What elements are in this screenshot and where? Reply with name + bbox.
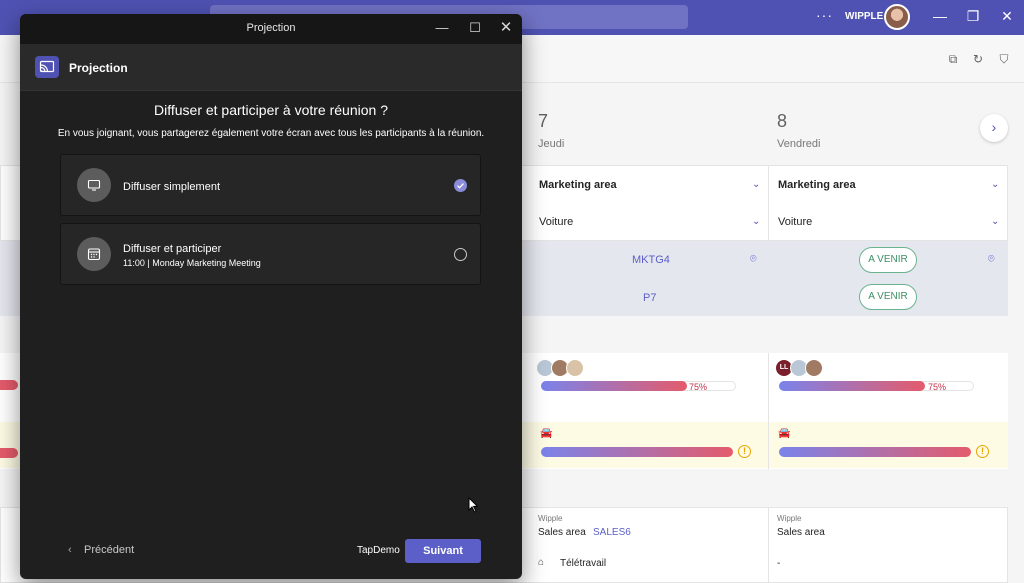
- remote-label: Télétravail: [560, 558, 607, 569]
- occupancy-bar-fill: [541, 381, 687, 391]
- maximize-icon[interactable]: ☐: [464, 20, 486, 36]
- home-icon: ⌂: [538, 557, 545, 568]
- area-label: Sales area: [538, 527, 586, 538]
- area-label: Sales area: [777, 527, 825, 538]
- occupancy-bar-fill: [779, 381, 925, 391]
- column-divider: [768, 353, 769, 469]
- attendee-avatars[interactable]: LL: [775, 359, 823, 377]
- minimize-icon[interactable]: —: [431, 20, 453, 35]
- option-title: Diffuser et participer: [123, 243, 222, 255]
- room-label[interactable]: SALES6: [593, 527, 631, 538]
- day-number: 8: [777, 111, 788, 131]
- attendee-avatars[interactable]: [536, 359, 584, 377]
- parking-bar-fill: [541, 447, 733, 457]
- chevron-down-icon[interactable]: ⌄: [752, 179, 760, 190]
- day-name: Vendredi: [777, 138, 821, 150]
- option-subtitle: 11:00 | Monday Marketing Meeting: [123, 258, 261, 268]
- refresh-icon[interactable]: ↻: [971, 52, 985, 66]
- dialog-title-bar: Projection — ☐ ✕: [20, 14, 522, 44]
- close-icon[interactable]: ✕: [997, 8, 1017, 25]
- option-cast-and-join[interactable]: Diffuser et participer 11:00 | Monday Ma…: [60, 223, 481, 285]
- chevron-down-icon[interactable]: ⌄: [752, 216, 760, 227]
- calendar-icon: [77, 237, 111, 271]
- chevron-down-icon[interactable]: ⌄: [991, 179, 999, 190]
- avatar[interactable]: [805, 359, 823, 377]
- dialog-header: Projection: [20, 44, 522, 91]
- cast-icon: [35, 56, 59, 78]
- area-select[interactable]: Marketing area: [778, 179, 856, 191]
- warning-icon: !: [976, 445, 989, 458]
- shield-icon[interactable]: ⛉: [997, 52, 1011, 66]
- avatar[interactable]: [884, 4, 910, 30]
- day-name: Jeudi: [538, 138, 565, 150]
- previous-button[interactable]: Précédent: [84, 544, 134, 556]
- mouse-cursor-icon: [468, 496, 479, 518]
- more-options-icon[interactable]: ···: [816, 7, 833, 23]
- car-icon: 🚘: [540, 428, 553, 439]
- next-button[interactable]: Suivant: [405, 539, 481, 563]
- restore-icon[interactable]: ❐: [963, 8, 983, 25]
- car-icon: 🚘: [778, 428, 791, 439]
- selected-check-icon[interactable]: [454, 179, 467, 192]
- status-badge: A VENIR: [859, 247, 917, 273]
- app-name: Projection: [69, 61, 128, 75]
- chevron-left-icon[interactable]: ‹: [68, 544, 72, 556]
- parking-label[interactable]: P7: [643, 292, 656, 304]
- chevron-down-icon[interactable]: ⌄: [991, 216, 999, 227]
- location-pin-icon[interactable]: ⌾: [988, 253, 995, 266]
- minimize-icon[interactable]: —: [930, 8, 950, 24]
- transport-select[interactable]: Voiture: [539, 216, 573, 228]
- status-badge: A VENIR: [859, 284, 917, 310]
- day-number: 7: [538, 111, 549, 131]
- projection-dialog: Projection — ☐ ✕ Projection Diffuser et …: [20, 14, 522, 579]
- column-divider: [768, 165, 769, 241]
- occupancy-bar-fill: [0, 380, 18, 390]
- parking-bar-fill: [779, 447, 971, 457]
- parking-bar-fill: [0, 448, 18, 458]
- room-label[interactable]: MKTG4: [632, 254, 670, 266]
- tenant-name: WIPPLE: [845, 11, 884, 22]
- location-pin-icon[interactable]: ⌾: [750, 253, 757, 266]
- option-title: Diffuser simplement: [123, 181, 220, 193]
- tenant-label: TapDemo: [357, 545, 400, 556]
- radio-button[interactable]: [454, 248, 467, 261]
- close-icon[interactable]: ✕: [495, 18, 517, 36]
- next-week-button[interactable]: ›: [980, 114, 1008, 142]
- occupancy-percent: 75%: [689, 382, 708, 392]
- column-divider: [768, 507, 769, 583]
- area-select[interactable]: Marketing area: [539, 179, 617, 191]
- dialog-question: Diffuser et participer à votre réunion ?: [154, 102, 388, 118]
- monitor-icon: [77, 168, 111, 202]
- option-cast-only[interactable]: Diffuser simplement: [60, 154, 481, 216]
- company-label: Wipple: [538, 514, 563, 523]
- company-label: Wipple: [777, 514, 802, 523]
- occupancy-percent: 75%: [928, 382, 947, 392]
- avatar[interactable]: [566, 359, 584, 377]
- transport-select[interactable]: Voiture: [778, 216, 812, 228]
- popout-icon[interactable]: ⧉: [946, 52, 960, 66]
- empty-value: -: [777, 558, 781, 569]
- warning-icon: !: [738, 445, 751, 458]
- dialog-description: En vous joignant, vous partagerez égalem…: [57, 128, 485, 139]
